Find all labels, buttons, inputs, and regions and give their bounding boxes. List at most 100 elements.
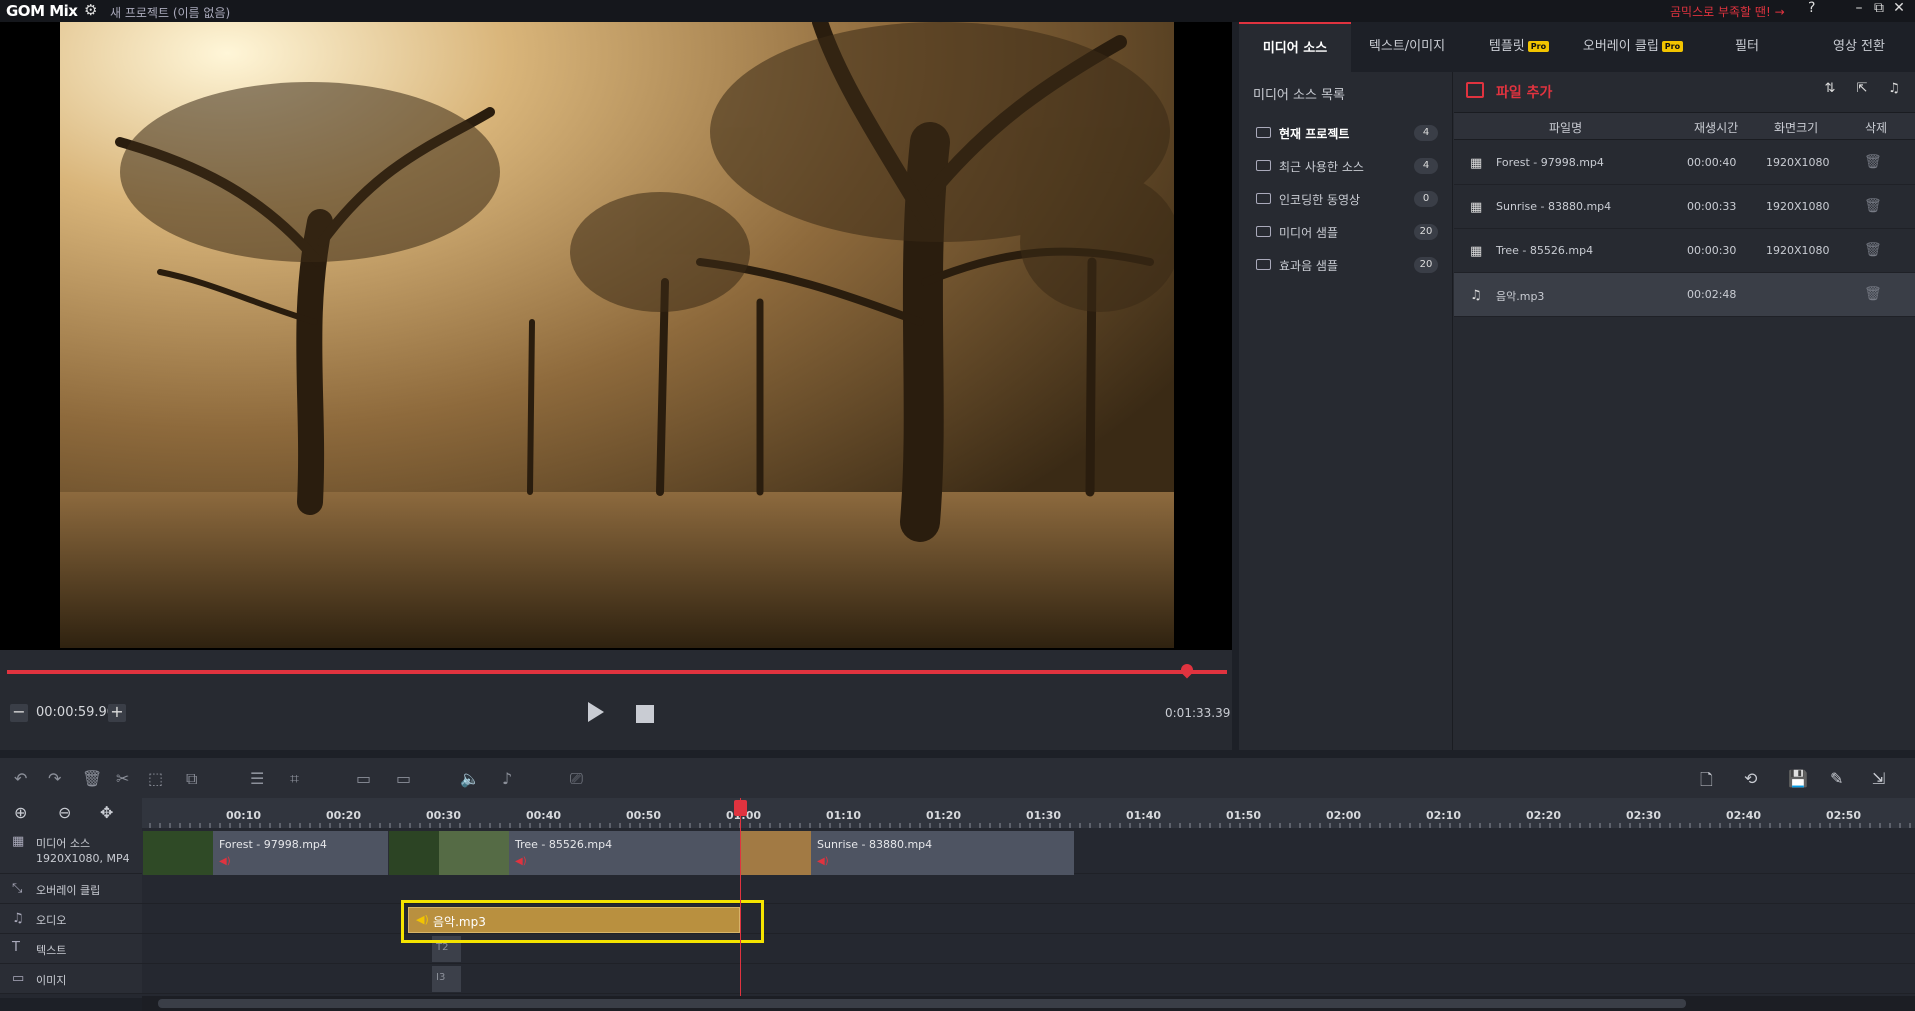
- zoom-in-icon[interactable]: ⊕: [14, 803, 27, 822]
- maximize-button[interactable]: ⧉: [1870, 0, 1888, 20]
- help-button[interactable]: ?: [1808, 0, 1815, 16]
- column-filename[interactable]: 파일명: [1549, 119, 1582, 136]
- file-list-area: 파일 추가 ⇅ ⇱ ♫ 파일명 재생시간 화면크기 삭제 ▦ Forest - …: [1454, 72, 1915, 750]
- timeline-ruler[interactable]: 00:1000:2000:3000:4000:5001:0001:1001:20…: [142, 798, 1915, 828]
- film-icon: ▦: [12, 834, 25, 849]
- close-button[interactable]: ✕: [1890, 0, 1908, 20]
- fit-icon[interactable]: ✥: [100, 803, 113, 822]
- undo-icon[interactable]: ↶: [14, 769, 27, 788]
- add-file-icon: [1466, 82, 1484, 98]
- save-icon[interactable]: 💾: [1788, 769, 1808, 788]
- image-edit-icon[interactable]: ▭: [396, 769, 411, 788]
- speaker-icon: ◀): [219, 856, 231, 867]
- adjust-icon[interactable]: ☰: [250, 769, 264, 788]
- column-duration[interactable]: 재생시간: [1694, 119, 1738, 136]
- seek-handle[interactable]: [1178, 661, 1196, 679]
- pro-badge: Pro: [1661, 41, 1684, 52]
- step-forward-button[interactable]: +: [108, 704, 126, 722]
- ruler-tick-label: 00:40: [526, 809, 562, 822]
- clip-forest[interactable]: Forest - 97998.mp4 ◀): [142, 831, 388, 875]
- volume-icon[interactable]: 🔈: [460, 769, 480, 788]
- redo-icon[interactable]: ↷: [48, 769, 61, 788]
- tab-text-image[interactable]: 텍스트/이미지: [1351, 22, 1463, 72]
- gear-icon[interactable]: ⚙: [84, 1, 97, 19]
- clip-thumbnail: [439, 831, 509, 875]
- ruler-tick-label: 02:00: [1326, 809, 1362, 822]
- trash-icon[interactable]: 🗑: [1864, 286, 1882, 302]
- open-project-icon[interactable]: ⟲: [1744, 769, 1757, 788]
- image-clip[interactable]: I3: [432, 966, 461, 992]
- trash-icon[interactable]: 🗑: [1864, 154, 1882, 170]
- trash-icon[interactable]: 🗑: [1864, 242, 1882, 258]
- source-item-current-project[interactable]: 현재 프로젝트 4: [1239, 118, 1452, 148]
- zoom-out-icon[interactable]: ⊖: [58, 803, 71, 822]
- clip-thumbnail: [741, 831, 811, 875]
- clip-thumbnail: [143, 831, 213, 875]
- app-logo: GOM Mix: [6, 2, 78, 20]
- title-bar: GOM Mix ⚙ 새 프로젝트 (이름 없음) 곰믹스로 부족할 땐! → ?…: [0, 0, 1915, 22]
- audio-settings-icon[interactable]: ♪: [502, 769, 512, 788]
- tab-filter[interactable]: 필터: [1691, 22, 1803, 72]
- seek-bar[interactable]: [7, 670, 1227, 674]
- file-row[interactable]: ▦ Forest - 97998.mp4 00:00:40 1920X1080 …: [1454, 141, 1915, 185]
- clip-thumbnail: [389, 831, 439, 875]
- clip-sunrise[interactable]: Sunrise - 83880.mp4 ◀): [740, 831, 1074, 875]
- add-file-button[interactable]: 파일 추가: [1496, 82, 1552, 102]
- file-row[interactable]: ▦ Sunrise - 83880.mp4 00:00:33 1920X1080…: [1454, 185, 1915, 229]
- folder-icon: [1256, 259, 1271, 270]
- timeline-toolbar: ↶ ↷ 🗑 ✂ ⬚ ⧉ ☰ ⌗ ▭ ▭ 🔈 ♪ ⎚ 🗋 ⟲ 💾 ✎ ⇲: [0, 758, 1915, 798]
- text-icon: T: [12, 940, 20, 955]
- folder-open-icon: [1256, 127, 1271, 138]
- screen-record-icon[interactable]: ⎚: [570, 769, 583, 789]
- ruler-tick-label: 00:20: [326, 809, 362, 822]
- minimize-button[interactable]: –: [1850, 0, 1868, 20]
- file-row[interactable]: ▦ Tree - 85526.mp4 00:00:30 1920X1080 🗑: [1454, 229, 1915, 273]
- save-as-icon[interactable]: ✎: [1830, 769, 1843, 788]
- play-icon[interactable]: [588, 702, 604, 722]
- playhead-line: [740, 798, 741, 998]
- source-item-encoded[interactable]: 인코딩한 동영상 0: [1239, 184, 1452, 214]
- column-resolution[interactable]: 화면크기: [1774, 119, 1818, 136]
- select-range-icon[interactable]: ⬚: [148, 769, 163, 788]
- export-video-icon[interactable]: ⇲: [1872, 769, 1885, 788]
- cut-icon[interactable]: ✂: [116, 769, 129, 788]
- new-project-icon[interactable]: 🗋: [1700, 769, 1713, 796]
- image-icon: ▭: [12, 971, 25, 986]
- clip-tree[interactable]: Tree - 85526.mp4 ◀): [388, 831, 740, 875]
- file-row[interactable]: ♫ 음악.mp3 00:02:48 🗑: [1454, 273, 1915, 317]
- image-icon[interactable]: ▭: [356, 769, 371, 788]
- playhead-handle[interactable]: [734, 800, 747, 816]
- crop-icon[interactable]: ⌗: [290, 769, 299, 789]
- step-back-button[interactable]: −: [10, 704, 28, 722]
- count-badge: 20: [1414, 224, 1438, 240]
- music-add-icon[interactable]: ♫: [1884, 81, 1904, 97]
- track-label-text: T 텍스트: [0, 934, 142, 964]
- scrollbar-thumb[interactable]: [158, 999, 1686, 1008]
- source-item-media-samples[interactable]: 미디어 샘플 20: [1239, 217, 1452, 247]
- count-badge: 4: [1414, 158, 1438, 174]
- sort-icon[interactable]: ⇅: [1820, 81, 1840, 97]
- film-icon: ▦: [1470, 200, 1483, 215]
- media-track[interactable]: Forest - 97998.mp4 ◀) Tree - 85526.mp4 ◀…: [142, 828, 1915, 875]
- project-title: 새 프로젝트 (이름 없음): [110, 6, 231, 20]
- split-icon[interactable]: ⧉: [186, 769, 197, 789]
- trash-icon[interactable]: 🗑: [1864, 198, 1882, 214]
- speaker-icon: ◀): [515, 856, 527, 867]
- source-item-recent[interactable]: 최근 사용한 소스 4: [1239, 151, 1452, 181]
- tab-template[interactable]: 템플릿 Pro: [1463, 22, 1575, 72]
- image-track[interactable]: I3: [142, 964, 1915, 994]
- tab-overlay-clip[interactable]: 오버레이 클립 Pro: [1575, 22, 1691, 72]
- tab-transition[interactable]: 영상 전환: [1803, 22, 1915, 72]
- delete-icon[interactable]: 🗑: [82, 769, 102, 788]
- music-icon: ♫: [12, 911, 24, 926]
- timeline-scrollbar[interactable]: [142, 996, 1915, 1011]
- ruler-tick-label: 02:10: [1426, 809, 1462, 822]
- overlay-icon: ⤡: [12, 881, 23, 896]
- ruler-tick-label: 01:10: [826, 809, 862, 822]
- stop-icon[interactable]: [636, 705, 654, 723]
- tab-media-source[interactable]: 미디어 소스: [1239, 22, 1351, 72]
- promo-link[interactable]: 곰믹스로 부족할 땐! →: [1670, 3, 1785, 20]
- source-item-sfx-samples[interactable]: 효과음 샘플 20: [1239, 250, 1452, 280]
- export-icon[interactable]: ⇱: [1852, 81, 1872, 97]
- film-icon: ▦: [1470, 244, 1483, 259]
